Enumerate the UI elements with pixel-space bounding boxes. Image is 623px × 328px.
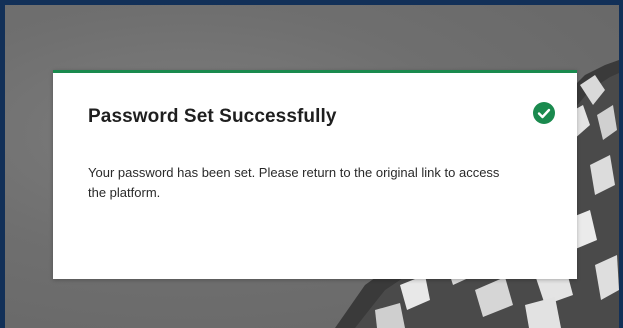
page-frame: Password Set Successfully Your password … xyxy=(0,0,623,328)
check-circle-icon xyxy=(533,102,555,124)
dialog-message: Your password has been set. Please retur… xyxy=(88,165,500,200)
dialog-title: Password Set Successfully xyxy=(88,106,337,127)
success-dialog: Password Set Successfully Your password … xyxy=(53,70,577,279)
